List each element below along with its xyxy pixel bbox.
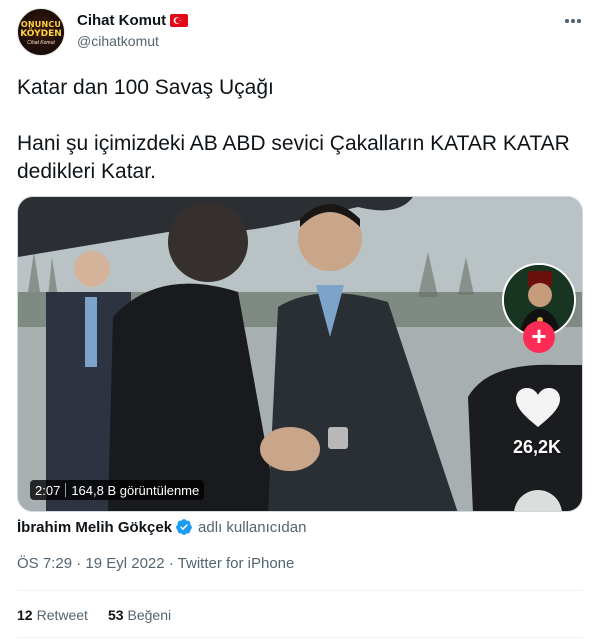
more-options-icon[interactable]: [560, 8, 586, 34]
tweet-timestamp[interactable]: ÖS 7:29 · 19 Eyl 2022 · Twitter for iPho…: [17, 555, 294, 572]
retweets-count: 12: [17, 607, 33, 623]
video-attribution: İbrahim Melih Gökçek adlı kullanıcıdan: [17, 518, 306, 536]
avatar-text-3: Cihat Komut: [27, 40, 55, 46]
video-frame: [18, 197, 582, 511]
separator: [65, 483, 67, 497]
attribution-name[interactable]: İbrahim Melih Gökçek: [17, 519, 172, 536]
video-like-count: 26,2K: [512, 437, 562, 457]
turkey-flag-icon: [170, 14, 188, 27]
likes-count: 53: [107, 607, 124, 623]
video-views: 164,8 B görüntülenme: [71, 482, 200, 498]
author-handle[interactable]: @cihatkomut: [77, 33, 159, 49]
likes-label: Beğeni: [127, 607, 172, 623]
tweet: ONUNCU KÖYDEN Cihat Komut Cihat Komut @c…: [0, 0, 601, 643]
divider: [17, 637, 583, 638]
divider: [17, 590, 583, 591]
tweet-stats: 12 Retweet 53 Beğeni: [17, 607, 191, 623]
attribution-suffix: adlı kullanıcıdan: [198, 518, 307, 536]
follow-plus-icon[interactable]: +: [523, 321, 555, 353]
video-duration-badge: 2:07 164,8 B görüntülenme: [30, 480, 205, 500]
verified-badge-icon: [176, 519, 192, 535]
likes-stat[interactable]: 53 Beğeni: [108, 607, 171, 623]
avatar[interactable]: ONUNCU KÖYDEN Cihat Komut: [17, 8, 65, 56]
heart-icon[interactable]: [515, 387, 561, 429]
avatar-text-1: ONUNCU: [20, 20, 62, 29]
avatar-text-2: KÖYDEN: [20, 29, 62, 39]
retweets-stat[interactable]: 12 Retweet: [17, 607, 88, 623]
author-display-name[interactable]: Cihat Komut: [77, 12, 166, 29]
retweets-label: Retweet: [36, 607, 88, 623]
tweet-text: Katar dan 100 Savaş Uçağı Hani şu içimiz…: [17, 76, 570, 183]
video-duration: 2:07: [35, 482, 61, 498]
video-player[interactable]: + 26,2K 2:07 164,8 B görüntülenme: [17, 196, 583, 512]
